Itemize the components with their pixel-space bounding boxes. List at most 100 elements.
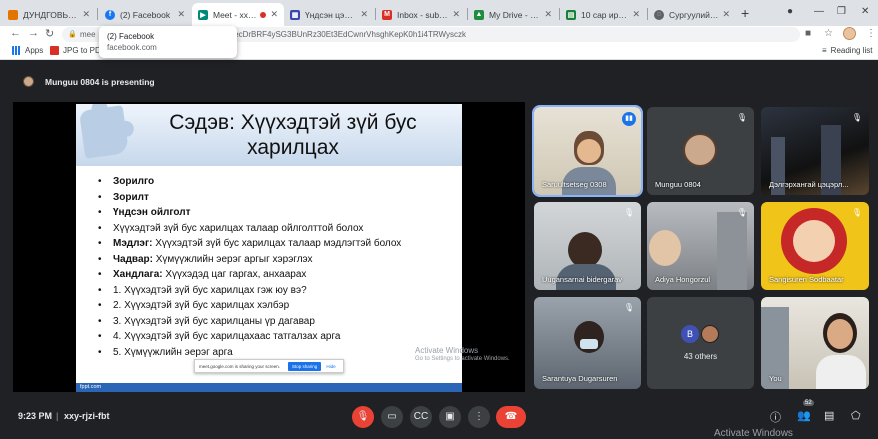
tab-facebook[interactable]: f (2) Facebook ✕ [99, 3, 191, 26]
lock-icon: 🔒 [68, 31, 77, 38]
captions-button[interactable]: CC [410, 406, 432, 428]
star-icon[interactable]: ☆ [824, 28, 833, 39]
bullet-item: Чадвар: Хүмүүжлийн эерэг аргыг хэрэглэх [98, 252, 458, 268]
face-mask [580, 339, 598, 349]
participant-tile[interactable]: 🎙 Sarantuya Dugarsuren [534, 297, 641, 389]
maximize-icon[interactable]: ❐ [837, 6, 846, 17]
close-icon[interactable]: ✕ [82, 9, 90, 20]
activate-windows-watermark: Activate Windows Go to Settings to activ… [415, 346, 510, 364]
participant-tile[interactable]: 🎙 Uugansarnai bidergarav [534, 202, 641, 290]
self-tile[interactable]: You [761, 297, 869, 389]
mic-off-icon: 🎙 [623, 303, 635, 312]
activities-icon[interactable]: ⬠ [851, 409, 861, 422]
tab-label: Сургуулийн өмнөх б [669, 9, 718, 20]
participant-name: Uugansarnai bidergarav [542, 275, 623, 284]
tab-label: ДУНДГОВЬ АЙМАГ [23, 9, 78, 20]
tab-dundgovi[interactable]: ДУНДГОВЬ АЙМАГ ✕ [2, 3, 96, 26]
tab-divider [97, 8, 98, 20]
menu-kebab-icon[interactable]: ⋮ [866, 28, 876, 39]
camera-button[interactable]: ▭ [381, 406, 403, 428]
tab-sheets[interactable]: ▤ 10 сар ирц БШУГ ✕ [560, 3, 646, 26]
participant-face [577, 139, 601, 163]
close-icon[interactable]: ✕ [452, 9, 460, 20]
others-tile[interactable]: B 43 others [647, 297, 754, 389]
minimize-icon[interactable]: — [814, 6, 824, 17]
close-icon[interactable]: ✕ [722, 9, 730, 20]
participant-video [568, 232, 602, 268]
slide-title: Сэдэв: Хүүхэдтэй зүй бус харилцах [128, 110, 458, 160]
tab-drive[interactable]: ▲ My Drive - Google D ✕ [468, 3, 558, 26]
tab-meet[interactable]: ▶ Meet - xxy-rjzi-fbt ✕ [192, 3, 284, 26]
close-icon[interactable]: ✕ [177, 9, 185, 20]
bookmark-apps[interactable]: Apps [12, 46, 43, 55]
hover-card-domain: facebook.com [107, 43, 157, 52]
avatar [683, 133, 717, 167]
more-options-button[interactable]: ⋮ [468, 406, 490, 428]
chat-icon[interactable]: ▤ [824, 409, 834, 422]
participant-tile[interactable]: 🎙 Дэлгэрхангай цэцэрл... [761, 107, 869, 195]
share-notice-text: meet.google.com is sharing your screen. [199, 363, 281, 369]
activate-sub: Go to Settings to activate Windows. [415, 356, 510, 362]
stop-sharing-button[interactable]: Stop sharing [288, 361, 322, 371]
recording-dot-icon [260, 11, 267, 18]
presentation-stage[interactable]: Сэдэв: Хүүхэдтэй зүй бус харилцах Зорилг… [13, 102, 525, 392]
pdf-icon [50, 46, 59, 55]
meeting-info-icon[interactable]: ⓘ [770, 409, 781, 425]
back-arrow-icon[interactable]: ← [10, 27, 21, 39]
grid-icon: ▦ [290, 9, 300, 20]
screen-share-notice: meet.google.com is sharing your screen. … [194, 359, 344, 373]
participant-body [816, 355, 866, 389]
bullet-item: 2. Хүүхэдтэй зүй бус харилцах хэлбэр [98, 298, 458, 314]
participant-face [827, 319, 853, 349]
tab-kindergarten[interactable]: ◌ Сургуулийн өмнөх б ✕ [648, 3, 736, 26]
bullet-item: Зорилт [98, 190, 458, 206]
participant-tile[interactable]: 🎙 Munguu 0804 [647, 107, 754, 195]
leave-call-button[interactable]: ☎ [496, 406, 526, 428]
hide-button[interactable]: Hide [326, 364, 335, 369]
mic-off-icon: 🎙 [851, 113, 863, 122]
participant-name: Sarantuya Dugarsuren [542, 374, 618, 383]
close-icon[interactable]: ✕ [360, 9, 368, 20]
tab-search-icon[interactable]: ● [787, 6, 793, 17]
tab-strip: ДУНДГОВЬ АЙМАГ ✕ f (2) Facebook ✕ ▶ Meet… [0, 0, 878, 26]
close-icon[interactable]: ✕ [270, 9, 278, 20]
screen: ДУНДГОВЬ АЙМАГ ✕ f (2) Facebook ✕ ▶ Meet… [0, 0, 878, 439]
camera-in-use-icon[interactable]: ■ [805, 28, 811, 39]
drive-icon: ▲ [474, 9, 484, 20]
profile-avatar[interactable] [843, 27, 856, 40]
present-now-button[interactable]: ▣ [439, 406, 461, 428]
activate-title: Activate Windows [415, 346, 479, 355]
people-icon[interactable]: 👥 [797, 409, 811, 422]
bullet-item: 5. Хүмүүжлийн эерэг арга [98, 345, 458, 361]
bullet-item: Үндсэн ойлголт [98, 205, 458, 221]
puzzle-icon [78, 105, 130, 159]
participant-face [649, 230, 681, 266]
mic-off-icon: 🎙 [851, 208, 863, 217]
forward-arrow-icon[interactable]: → [28, 27, 39, 39]
presenting-label: Munguu 0804 is presenting [45, 77, 155, 87]
participant-tile[interactable]: 🎙 Adiya Hongorzul [647, 202, 754, 290]
mic-off-button[interactable]: 🎙 [352, 406, 374, 428]
reading-list-button[interactable]: ≡ Reading list [822, 46, 872, 55]
tab-inbox[interactable]: M Inbox - sub.dundgo ✕ [376, 3, 466, 26]
bookmark-jpg-to-pdf[interactable]: JPG to PDF [50, 46, 106, 55]
clock: 9:23 PM [18, 411, 53, 421]
artwork-face [793, 220, 835, 262]
meeting-code: xxy-rjzi-fbt [64, 411, 110, 421]
tab-label: Үндсэн цэс | emon [305, 9, 356, 20]
background-image [717, 212, 747, 290]
reload-icon[interactable]: ↻ [45, 27, 54, 40]
bullet-item: 3. Хүүхэдтэй зүй бус харилцаны үр дагава… [98, 314, 458, 330]
close-icon[interactable]: ✕ [632, 9, 640, 20]
tab-emon[interactable]: ▦ Үндсэн цэс | emon ✕ [284, 3, 374, 26]
bookmark-label: Apps [25, 46, 44, 55]
new-tab-button[interactable]: + [741, 5, 749, 21]
close-window-icon[interactable]: ✕ [861, 6, 869, 17]
participant-tile[interactable]: ▮▮ Saruultsetseg 0308 [532, 105, 643, 197]
close-icon[interactable]: ✕ [544, 9, 552, 20]
participant-tile[interactable]: 🎙 Sangisuren Sodbaatar [761, 202, 869, 290]
reading-list-icon: ≡ [822, 46, 827, 55]
bullet-item: Зорилго [98, 174, 458, 190]
tab-hover-card: (2) Facebook facebook.com [99, 26, 237, 58]
tab-label: (2) Facebook [120, 9, 171, 20]
